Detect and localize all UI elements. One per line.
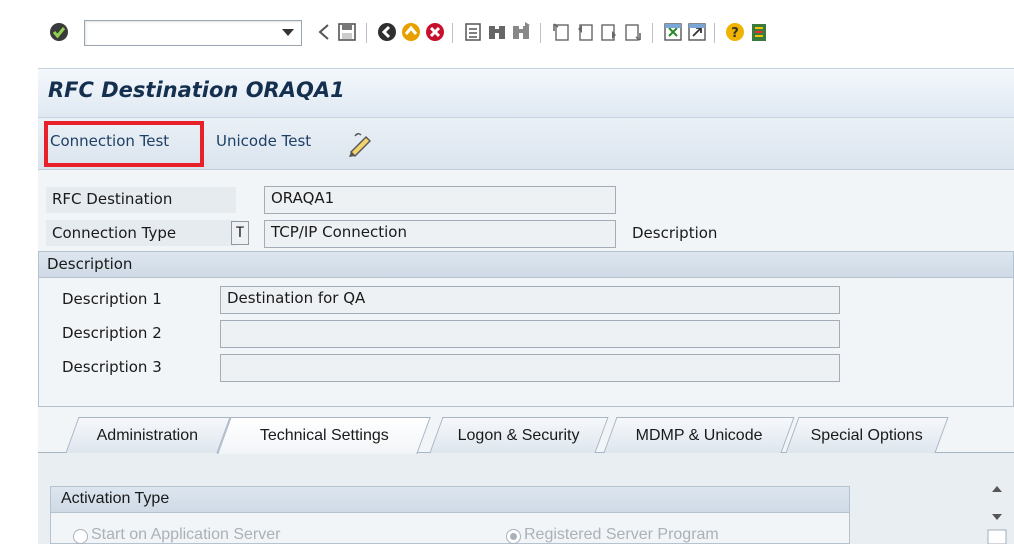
cancel-icon[interactable] — [424, 21, 446, 43]
print-icon[interactable] — [462, 21, 484, 43]
separator — [452, 23, 453, 43]
description-3-field[interactable] — [220, 354, 840, 382]
back-icon[interactable] — [314, 21, 336, 43]
rfc-destination-field[interactable]: ORAQA1 — [264, 186, 616, 214]
activation-type-title: Activation Type — [61, 490, 170, 507]
help-icon[interactable]: ? — [724, 21, 746, 43]
exit-icon[interactable] — [400, 21, 422, 43]
create-session-icon[interactable] — [662, 21, 684, 43]
tab-technical-settings[interactable]: Technical Settings — [217, 417, 431, 454]
chevron-down-icon[interactable] — [276, 23, 300, 43]
command-field[interactable] — [84, 20, 302, 46]
description-2-label: Description 2 — [62, 324, 162, 342]
back-green-icon[interactable] — [376, 21, 398, 43]
separator — [652, 23, 653, 43]
first-page-icon[interactable] — [550, 21, 572, 43]
tab-mdmp-unicode[interactable]: MDMP & Unicode — [603, 417, 795, 453]
find-icon[interactable] — [486, 21, 508, 43]
tab-label: Technical Settings — [259, 427, 389, 444]
next-page-icon[interactable] — [598, 21, 620, 43]
enter-icon[interactable] — [48, 21, 70, 43]
start-on-app-server-label: Start on Application Server — [91, 526, 281, 543]
layout-icon[interactable] — [748, 21, 770, 43]
find-next-icon[interactable] — [510, 21, 532, 43]
description-1-label: Description 1 — [62, 290, 162, 308]
description-1-field[interactable]: Destination for QA — [220, 286, 840, 314]
description-group-title: Description — [47, 255, 133, 273]
title-bar: RFC Destination ORAQA1 — [38, 68, 1014, 118]
tab-special-options[interactable]: Special Options — [785, 417, 949, 453]
connection-type-description: Description — [632, 224, 718, 242]
description-group-header: Description — [39, 252, 1013, 278]
tab-label: Administration — [97, 426, 199, 444]
tab-administration[interactable]: Administration — [65, 417, 231, 453]
description-2-field[interactable] — [220, 320, 840, 348]
rfc-destination-label: RFC Destination — [52, 190, 173, 208]
last-page-icon[interactable] — [622, 21, 644, 43]
connection-type-label: Connection Type — [52, 224, 177, 242]
svg-text:?: ? — [731, 26, 739, 41]
tab-label: Special Options — [810, 426, 923, 444]
unicode-test-button[interactable]: Unicode Test — [216, 132, 311, 150]
separator — [540, 23, 541, 43]
registered-server-program-radio[interactable] — [506, 529, 521, 544]
tab-label: Logon & Security — [457, 426, 580, 444]
tab-logon-security[interactable]: Logon & Security — [429, 417, 609, 453]
activation-type-header: Activation Type — [51, 487, 849, 513]
registered-server-program-label: Registered Server Program — [524, 526, 719, 543]
prev-page-icon[interactable] — [574, 21, 596, 43]
start-on-app-server-radio[interactable] — [73, 529, 88, 544]
separator — [366, 23, 367, 43]
tab-label: MDMP & Unicode — [635, 426, 763, 444]
highlight-frame — [44, 121, 204, 167]
save-icon[interactable] — [336, 21, 358, 43]
shortcut-icon[interactable] — [686, 21, 708, 43]
separator — [714, 23, 715, 43]
page-title: RFC Destination ORAQA1 — [48, 78, 345, 102]
connection-type-code-field[interactable]: T — [231, 221, 249, 245]
vertical-scrollbar[interactable] — [982, 478, 1012, 545]
description-3-label: Description 3 — [62, 358, 162, 376]
connection-type-field[interactable]: TCP/IP Connection — [264, 220, 616, 248]
standard-toolbar: ? — [0, 0, 1014, 68]
pencil-icon[interactable] — [346, 131, 374, 157]
